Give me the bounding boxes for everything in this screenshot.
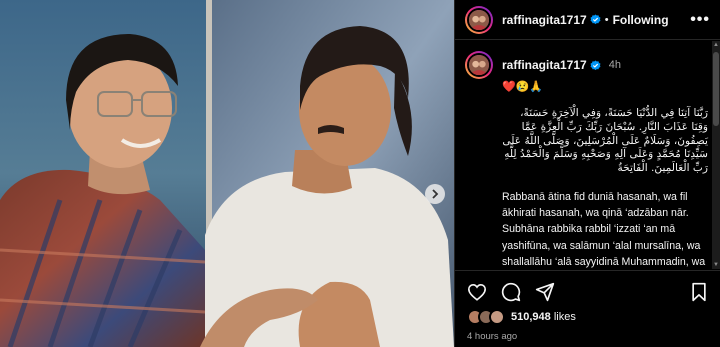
post-actions: 510,948 likes 4 hours ago [455,270,720,347]
verified-badge-icon [590,14,601,25]
share-button[interactable] [535,282,555,302]
avatar[interactable] [465,5,493,34]
scrollbar-thumb[interactable] [713,52,719,126]
comment-icon [501,282,521,302]
caption-area: raffinagita1717 4h ❤️😢🙏 رَبَّنَا آتِنَا … [455,41,720,269]
post-media[interactable] [0,0,454,347]
likes-number: 510,948 [511,311,551,323]
save-button[interactable] [690,282,708,302]
chevron-right-icon [432,189,439,199]
comment-button[interactable] [501,282,521,302]
bookmark-icon [692,282,706,302]
scroll-down-icon[interactable]: ▼ [712,261,720,269]
caption-latin-text: Rabbanā ātina fid duniā hasanah, wa fil … [502,190,706,268]
post-timestamp[interactable]: 4 hours ago [455,325,720,342]
post-side-panel: raffinagita1717 • Following ••• raffinag… [454,0,720,347]
caption-username-link[interactable]: raffinagita1717 [502,58,587,72]
share-icon [535,282,555,302]
scroll-up-icon[interactable]: ▲ [712,41,720,49]
username-link[interactable]: raffinagita1717 [502,13,587,27]
verified-badge-icon [590,59,601,71]
caption-emojis: ❤️😢🙏 [502,81,544,93]
more-options-icon[interactable]: ••• [690,11,710,29]
following-button[interactable]: Following [613,13,669,27]
caption-scrollbar[interactable]: ▲ ▼ [712,41,720,269]
caption-timestamp[interactable]: 4h [609,59,621,71]
likes-count[interactable]: 510,948 likes [511,311,576,323]
caption-arabic-text: رَبَّنَا آتِنَا فِي الدُّنْيَا حَسَنَةً،… [502,107,708,175]
liker-avatars[interactable] [467,309,505,325]
separator-dot: • [604,13,609,26]
liker-avatar [489,309,505,325]
like-button[interactable] [467,283,487,301]
post-photo [0,0,454,347]
likes-suffix: likes [550,311,576,323]
avatar-image [469,9,489,30]
post-header: raffinagita1717 • Following ••• [455,0,720,40]
caption-avatar[interactable] [465,51,493,79]
next-image-button[interactable] [425,184,445,204]
avatar-image [469,55,489,75]
heart-icon [467,283,487,301]
